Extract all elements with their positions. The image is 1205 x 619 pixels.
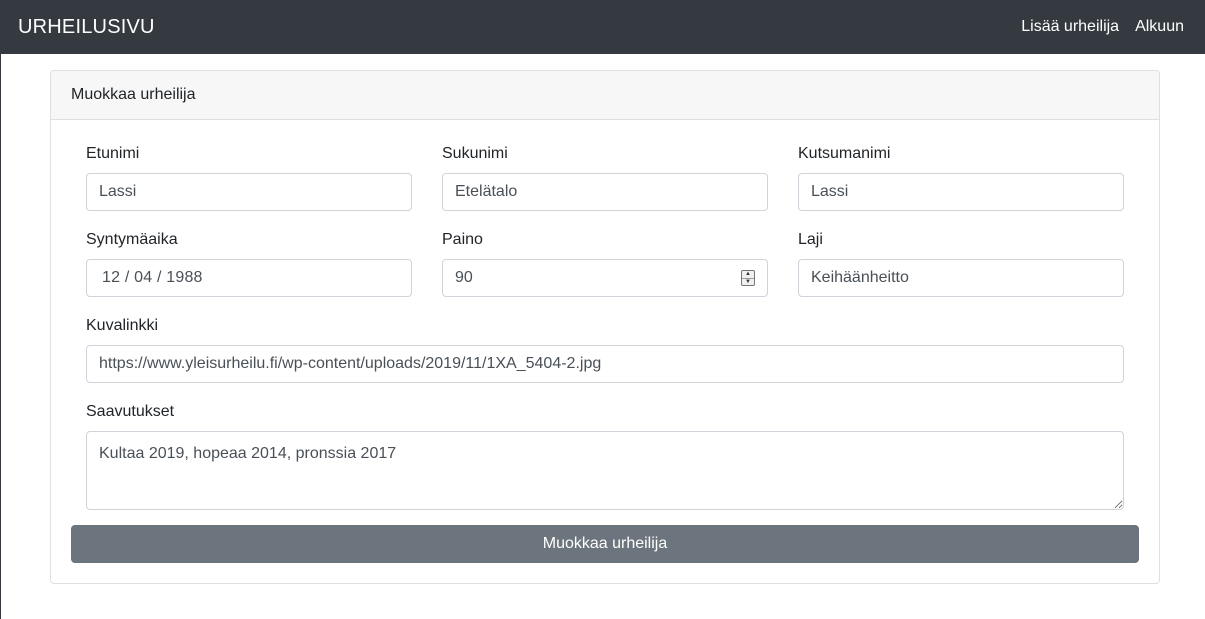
- etunimi-label: Etunimi: [86, 145, 140, 162]
- field-etunimi: Etunimi: [86, 145, 412, 211]
- kuvalinkki-label: Kuvalinkki: [86, 317, 159, 334]
- nav-links: Lisää urheilija Alkuun: [1021, 18, 1184, 36]
- kutsumanimi-label: Kutsumanimi: [798, 145, 891, 162]
- sukunimi-label: Sukunimi: [442, 145, 508, 162]
- paino-label: Paino: [442, 231, 483, 248]
- sukunimi-input[interactable]: [442, 173, 768, 211]
- paino-spinner[interactable]: ▲ ▼: [741, 270, 755, 286]
- syntymaaika-label: Syntymäaika: [86, 231, 178, 248]
- nav-link-add-athlete[interactable]: Lisää urheilija: [1021, 18, 1119, 36]
- laji-label: Laji: [798, 231, 823, 248]
- field-kutsumanimi: Kutsumanimi: [798, 145, 1124, 211]
- syntymaaika-date-input[interactable]: [86, 259, 412, 297]
- kuvalinkki-input[interactable]: [86, 345, 1124, 383]
- etunimi-input[interactable]: [86, 173, 412, 211]
- kutsumanimi-input[interactable]: [798, 173, 1124, 211]
- edit-athlete-card: Muokkaa urheilija Etunimi Sukunimi Kutsu…: [50, 70, 1160, 584]
- field-syntymaaika: Syntymäaika: [86, 231, 412, 297]
- field-saavutukset: Saavutukset Kultaa 2019, hopeaa 2014, pr…: [86, 403, 1124, 515]
- spin-down-icon[interactable]: ▼: [742, 277, 754, 286]
- saavutukset-textarea[interactable]: Kultaa 2019, hopeaa 2014, pronssia 2017: [86, 431, 1124, 510]
- brand-title[interactable]: URHEILUSIVU: [18, 16, 155, 39]
- field-laji: Laji: [798, 231, 1124, 297]
- field-sukunimi: Sukunimi: [442, 145, 768, 211]
- submit-button[interactable]: Muokkaa urheilija: [71, 525, 1139, 563]
- card-title: Muokkaa urheilija: [51, 71, 1159, 120]
- navbar: URHEILUSIVU Lisää urheilija Alkuun: [1, 0, 1205, 54]
- saavutukset-label: Saavutukset: [86, 403, 175, 420]
- field-paino: Paino ▲ ▼: [442, 231, 768, 297]
- laji-input[interactable]: [798, 259, 1124, 297]
- paino-number-input[interactable]: [442, 259, 768, 297]
- paino-number-wrap: ▲ ▼: [442, 259, 768, 297]
- field-kuvalinkki: Kuvalinkki: [86, 317, 1124, 383]
- nav-link-home[interactable]: Alkuun: [1135, 18, 1184, 36]
